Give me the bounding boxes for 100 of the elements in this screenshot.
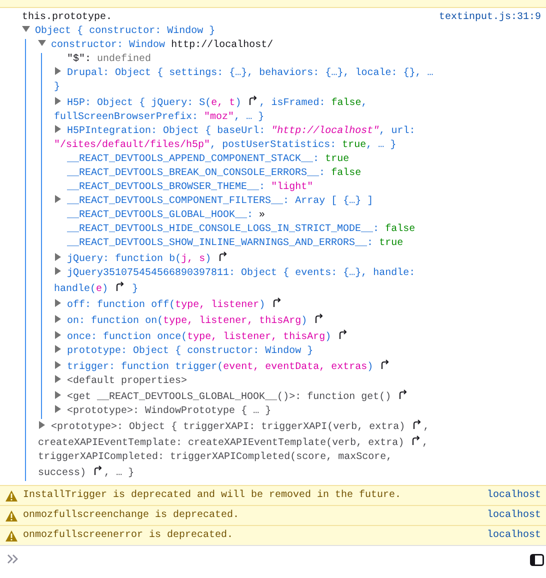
string-value: "http://localhost" (271, 126, 380, 137)
property-text: { (171, 422, 178, 433)
property-text: } (265, 406, 272, 417)
property-text: } (54, 82, 60, 93)
property-text: events: (295, 268, 338, 279)
sidebar-icon[interactable] (530, 554, 544, 566)
boolean-value: true (379, 238, 404, 249)
property-text: ] (367, 196, 374, 207)
arrow-icon[interactable] (398, 389, 408, 399)
disclosure-triangle-icon[interactable] (54, 375, 62, 383)
property-text: } (209, 26, 216, 37)
disclosure-triangle-icon[interactable] (54, 253, 62, 261)
property-text: { (157, 68, 164, 79)
property-text: __REACT_DEVTOOLS_COMPONENT_FILTERS__: (67, 196, 290, 207)
warning-message: onmozfullscreenerror is deprecated. (23, 528, 234, 543)
arrow-icon[interactable] (380, 359, 390, 369)
parameter-text: event, (223, 362, 260, 373)
property-text: function (121, 362, 170, 373)
property-text: , (259, 98, 266, 109)
disclosure-triangle-icon[interactable] (54, 67, 62, 75)
property-text: Drupal: (67, 68, 110, 79)
property-text: … (427, 68, 434, 79)
property-text: } (307, 346, 314, 357)
property-text: extra) (369, 422, 406, 433)
property-text: function (97, 300, 146, 311)
arrow-icon[interactable] (248, 95, 258, 105)
disclosure-triangle-icon[interactable] (54, 405, 62, 413)
property-text: , (366, 140, 372, 151)
property-text: , (423, 422, 430, 433)
property-text: … (253, 406, 260, 417)
property-text: Array (295, 196, 326, 207)
disclosure-triangle-icon[interactable] (38, 421, 46, 429)
property-text: success) (38, 468, 86, 479)
disclosure-triangle-icon[interactable] (54, 195, 62, 203)
property-text: jQuery: (67, 254, 110, 265)
property-text: {…} (343, 196, 362, 207)
property-text: , (361, 98, 368, 109)
parameter-text: type, (187, 332, 218, 343)
property-text: { (205, 126, 212, 137)
arrow-icon[interactable] (411, 435, 422, 445)
property-text: url: (391, 126, 416, 137)
disclosure-triangle-icon[interactable] (54, 299, 62, 307)
property-text: behaviors: (259, 68, 320, 79)
source-link[interactable]: localhost (486, 488, 541, 503)
disclosure-triangle-icon[interactable] (54, 315, 62, 323)
arrow-icon[interactable] (272, 297, 282, 307)
property-text: handle: (373, 268, 416, 279)
arrow-icon[interactable] (314, 313, 324, 323)
property-text: on: (67, 316, 86, 327)
arrow-icon[interactable] (93, 465, 104, 475)
arrow-icon[interactable] (412, 419, 422, 429)
disclosure-triangle-icon[interactable] (54, 391, 62, 399)
property-text: Object (133, 346, 170, 357)
property-text: function (115, 254, 164, 265)
undefined-value: undefined (97, 54, 152, 65)
property-text: {}, (403, 68, 422, 79)
disclosure-triangle-icon[interactable] (54, 361, 62, 369)
property-text: , (379, 126, 386, 137)
property-text: handle( (54, 284, 96, 295)
property-text: prototype: (67, 346, 128, 357)
property-text: once: (67, 332, 98, 343)
property-text: properties> (121, 376, 188, 387)
property-text: { (77, 26, 84, 37)
property-text: createXAPIEventTemplate: (38, 438, 182, 449)
property-text: settings: (169, 68, 224, 79)
property-text: Object (241, 268, 278, 279)
property-text: , (210, 140, 216, 151)
disclosure-triangle-icon[interactable] (38, 39, 46, 47)
source-link[interactable]: localhost (486, 528, 541, 543)
parameter-text: eventData, (265, 362, 326, 373)
property-text: get() (361, 392, 392, 403)
property-text: triggerXAPI: (183, 422, 256, 433)
disclosure-triangle-icon[interactable] (54, 345, 62, 353)
arrow-icon[interactable] (338, 329, 348, 339)
property-text: Object (97, 98, 134, 109)
property-text: constructor: (89, 26, 162, 37)
property-text: } (128, 468, 134, 479)
boolean-value: true (325, 154, 350, 165)
property-text: Object (35, 26, 72, 37)
parameter-text: listener (211, 300, 260, 311)
property-text: Object (129, 422, 166, 433)
property-text: isFramed: (271, 98, 326, 109)
disclosure-triangle-icon[interactable] (54, 267, 62, 275)
source-link[interactable]: localhost (486, 508, 541, 523)
property-text: Window (129, 40, 166, 51)
property-text: ) (301, 316, 308, 327)
property-text: constructor: (187, 346, 260, 357)
prompt-icon (7, 553, 19, 565)
property-text: , (104, 468, 110, 479)
property-text: ) (367, 362, 374, 373)
disclosure-triangle-icon[interactable] (22, 25, 30, 33)
arrow-icon[interactable] (218, 251, 228, 261)
disclosure-triangle-icon[interactable] (54, 97, 62, 105)
source-link[interactable]: textinput.js:31:9 (438, 11, 541, 25)
arrow-icon[interactable] (115, 281, 126, 291)
property-text: jQuery351075454566890397811: (67, 268, 236, 279)
disclosure-triangle-icon[interactable] (54, 331, 62, 339)
property-text: Window (167, 26, 204, 37)
disclosure-triangle-icon[interactable] (54, 125, 62, 133)
value-text: "$": (67, 54, 92, 65)
